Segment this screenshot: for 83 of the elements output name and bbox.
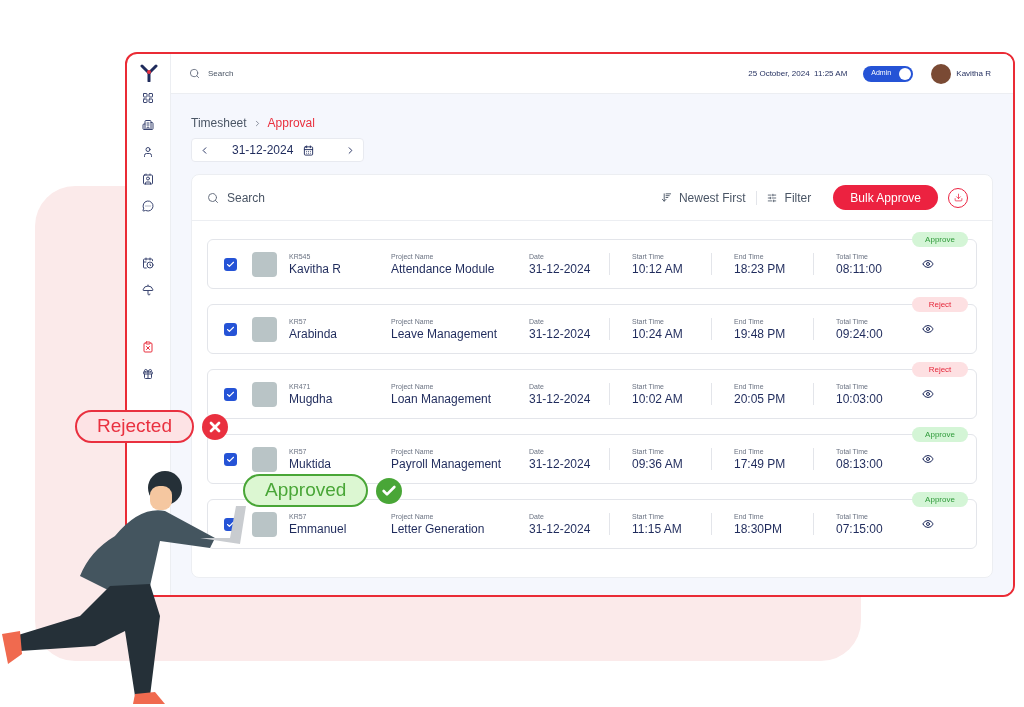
chat-icon[interactable]: [141, 200, 156, 214]
search-icon: [207, 191, 219, 204]
view-icon[interactable]: [922, 323, 934, 335]
field-value: Letter Generation: [391, 523, 486, 535]
status-badge: Approve: [912, 427, 968, 442]
field-value: 18:30PM: [734, 523, 784, 535]
field-value: 08:11:00: [836, 263, 883, 275]
status-badge: Approve: [912, 492, 968, 507]
field-value: Payroll Management: [391, 458, 503, 470]
avatar-photo-placeholder: [252, 511, 277, 537]
date-time: 25 October, 2024 11:25 AM: [748, 67, 848, 80]
user-avatar[interactable]: [931, 63, 952, 84]
logo-icon: [139, 64, 158, 82]
check-icon: [226, 389, 235, 399]
field-value: 31-12-2024: [529, 393, 592, 405]
bulk-approve-button[interactable]: Bulk Approve: [833, 185, 938, 210]
clipboard-x-icon[interactable]: [141, 341, 156, 355]
calendar-icon[interactable]: [303, 144, 315, 156]
status-badge: Reject: [912, 362, 968, 377]
filter-button[interactable]: Filter: [784, 188, 812, 207]
field-value: 09:36 AM: [632, 458, 684, 470]
field-value: 19:48 PM: [734, 328, 787, 340]
date-picker[interactable]: 31-12-2024: [191, 138, 364, 162]
field-value: Loan Management: [391, 393, 493, 405]
view-icon[interactable]: [922, 388, 934, 400]
filter-icon: [766, 192, 777, 203]
gift-icon[interactable]: [141, 368, 156, 382]
check-icon: [226, 519, 235, 529]
view-icon[interactable]: [922, 453, 934, 465]
field-value: Leave Management: [391, 328, 499, 340]
avatar-photo-placeholder: [252, 316, 277, 342]
user-name: Kavitha R: [956, 67, 991, 80]
breadcrumb-link[interactable]: Approval: [267, 114, 315, 132]
employee-name: Emmanuel: [289, 523, 348, 535]
calendar-clock-icon[interactable]: [141, 257, 156, 271]
field-value: 17:49 PM: [734, 458, 787, 470]
grid-icon[interactable]: [141, 92, 156, 106]
check-icon: [226, 324, 235, 334]
check-icon: [226, 259, 235, 269]
field-value: 07:15:00: [836, 523, 884, 535]
field-value: 10:02 AM: [632, 393, 684, 405]
download-icon: [953, 193, 963, 202]
field-value: 10:03:00: [836, 393, 884, 405]
avatar-photo-placeholder: [252, 251, 277, 277]
employee-name: Arabinda: [289, 328, 339, 340]
search-field[interactable]: Search: [208, 67, 408, 80]
field-value: 11:15 AM: [632, 523, 683, 535]
search-icon: [189, 68, 200, 79]
building-icon[interactable]: [141, 119, 156, 133]
row-checkbox[interactable]: [224, 452, 237, 466]
status-badge: Reject: [912, 297, 968, 312]
breadcrumb-link[interactable]: Timesheet: [191, 114, 247, 132]
employee-name: Mugdha: [289, 393, 334, 405]
employee-name: Muktida: [289, 458, 333, 470]
contact-card-icon[interactable]: [141, 173, 156, 187]
field-value: 20:05 PM: [734, 393, 787, 405]
field-value: 08:13:00: [836, 458, 884, 470]
field-value: 10:12 AM: [632, 263, 684, 275]
date-value: 31-12-2024: [232, 142, 294, 159]
employee-name: Kavitha R: [289, 263, 343, 275]
avatar-photo-placeholder: [252, 446, 277, 472]
approved-label: Approved: [243, 474, 369, 507]
check-icon: [226, 454, 235, 464]
field-value: 10:24 AM: [632, 328, 684, 340]
field-value: 31-12-2024: [529, 263, 592, 275]
avatar-photo-placeholder: [252, 381, 277, 407]
field-value: 18:23 PM: [734, 263, 787, 275]
field-value: 31-12-2024: [529, 523, 592, 535]
search-field[interactable]: Search: [227, 188, 427, 207]
row-checkbox[interactable]: [224, 322, 237, 336]
umbrella-icon[interactable]: [141, 284, 156, 298]
row-checkbox[interactable]: [224, 257, 237, 271]
view-icon[interactable]: [922, 258, 934, 270]
view-icon[interactable]: [922, 518, 934, 530]
field-value: 31-12-2024: [529, 458, 592, 470]
sort-icon: [660, 192, 672, 203]
sort-dropdown[interactable]: Newest First: [678, 188, 746, 207]
rejected-label: Rejected: [75, 410, 194, 443]
field-value: 09:24:00: [836, 328, 884, 340]
field-value: Attendance Module: [391, 263, 496, 275]
field-value: 31-12-2024: [529, 328, 592, 340]
status-badge: Approve: [912, 232, 968, 247]
row-checkbox[interactable]: [224, 387, 237, 401]
